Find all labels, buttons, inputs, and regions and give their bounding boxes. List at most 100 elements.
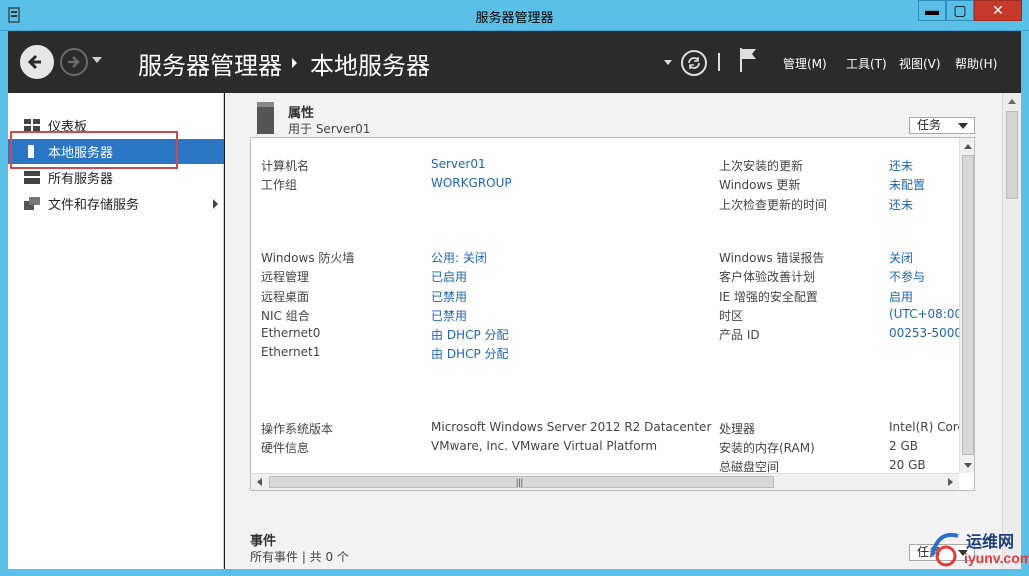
- prop-value-last-update-installed[interactable]: 还未: [889, 157, 913, 174]
- scroll-left-icon[interactable]: [251, 474, 268, 490]
- prop-label-product-id: 产品 ID: [719, 328, 760, 342]
- scroll-right-icon[interactable]: [942, 474, 959, 490]
- prop-label-os-version: 操作系统版本: [261, 422, 334, 436]
- flag-icon[interactable]: [738, 47, 758, 73]
- forward-button[interactable]: [60, 48, 88, 76]
- prop-value-error-reporting[interactable]: 关闭: [889, 249, 913, 266]
- prop-value-ie-esc[interactable]: 启用: [889, 288, 913, 305]
- scroll-grip-icon: |||: [516, 477, 524, 487]
- prop-label-remote-desktop: 远程桌面: [261, 290, 310, 304]
- prop-label-computer-name: 计算机名: [261, 159, 310, 173]
- watermark-line1: 运维网: [966, 532, 1015, 551]
- properties-vertical-scrollbar[interactable]: [959, 138, 974, 473]
- scroll-down-icon[interactable]: [960, 457, 974, 473]
- prop-label-workgroup: 工作组: [261, 178, 298, 192]
- prop-label-time-zone: 时区: [719, 309, 744, 323]
- prop-value-nic-teaming[interactable]: 已禁用: [431, 307, 467, 324]
- menu-help[interactable]: 帮助(H): [955, 55, 997, 72]
- prop-label-ie-esc: IE 增强的安全配置: [719, 290, 818, 304]
- watermark-logo-icon: [930, 533, 959, 567]
- prop-value-workgroup[interactable]: WORKGROUP: [431, 176, 512, 190]
- scroll-thumb[interactable]: [1006, 111, 1018, 199]
- sidebar-item-label: 所有服务器: [48, 172, 114, 187]
- refresh-button[interactable]: [681, 50, 707, 76]
- prop-label-windows-update: Windows 更新: [719, 178, 801, 192]
- site-watermark: 运维网 iyunv.com: [928, 524, 1029, 574]
- menu-tools[interactable]: 工具(T): [846, 55, 887, 72]
- header-divider: [718, 53, 720, 71]
- prop-label-remote-management: 远程管理: [261, 270, 310, 284]
- prop-label-last-checked-updates: 上次检查更新的时间: [719, 198, 828, 212]
- prop-label-ceip: 客户体验改善计划: [719, 270, 816, 284]
- properties-panel: 计算机名 Server01 工作组 WORKGROUP Windows 防火墙 …: [250, 137, 975, 491]
- prop-value-ethernet0[interactable]: 由 DHCP 分配: [431, 326, 509, 343]
- expand-arrow-icon[interactable]: [213, 199, 218, 209]
- prop-value-os-version: Microsoft Windows Server 2012 R2 Datacen…: [431, 420, 712, 434]
- menu-view[interactable]: 视图(V): [899, 55, 941, 72]
- prop-value-product-id[interactable]: 00253-5000: [889, 326, 959, 340]
- header-bar: 服务器管理器 本地服务器 管理(M) 工具(T) 视图(V) 帮助(H): [8, 31, 1021, 93]
- prop-value-processor: Intel(R) Core: [889, 420, 959, 434]
- properties-horizontal-scrollbar[interactable]: |||: [251, 473, 959, 490]
- forward-icon: [68, 56, 80, 68]
- scroll-up-icon[interactable]: [1003, 93, 1022, 110]
- prop-label-firewall: Windows 防火墙: [261, 251, 355, 265]
- sidebar-item-label: 文件和存储服务: [48, 198, 140, 213]
- window-frame-left: [0, 31, 8, 576]
- events-subtitle: 所有事件 | 共 0 个: [250, 550, 349, 564]
- breadcrumb-root[interactable]: 服务器管理器: [138, 46, 282, 81]
- properties-tasks-button[interactable]: 任务: [909, 117, 975, 134]
- scroll-up-icon[interactable]: [960, 138, 974, 154]
- prop-label-processor: 处理器: [719, 422, 756, 436]
- properties-title: 属性: [288, 106, 315, 121]
- prop-value-installed-memory: 2 GB: [889, 439, 918, 453]
- back-icon: [27, 54, 41, 70]
- prop-value-windows-update[interactable]: 未配置: [889, 176, 925, 193]
- prop-label-ethernet0: Ethernet0: [261, 326, 321, 340]
- prop-label-installed-memory: 安装的内存(RAM): [719, 441, 815, 455]
- prop-label-hardware: 硬件信息: [261, 441, 310, 455]
- prop-value-firewall[interactable]: 公用: 关闭: [431, 249, 487, 266]
- breadcrumb-dropdown-icon[interactable]: [664, 60, 672, 65]
- prop-label-nic-teaming: NIC 组合: [261, 309, 310, 323]
- window-title: 服务器管理器: [475, 10, 554, 25]
- all-servers-icon: [24, 171, 40, 184]
- properties-grid: 计算机名 Server01 工作组 WORKGROUP Windows 防火墙 …: [251, 138, 959, 473]
- tasks-label: 任务: [917, 118, 942, 132]
- prop-value-remote-desktop[interactable]: 已禁用: [431, 288, 467, 305]
- annotation-highlight-box: [10, 131, 178, 169]
- prop-label-ethernet1: Ethernet1: [261, 345, 321, 359]
- history-dropdown-icon[interactable]: [92, 57, 102, 63]
- events-title: 事件: [250, 534, 277, 549]
- prop-value-total-disk: 20 GB: [889, 458, 926, 472]
- prop-label-error-reporting: Windows 错误报告: [719, 251, 825, 265]
- window-frame-bottom: [0, 569, 1029, 576]
- main-vertical-scrollbar[interactable]: [1002, 93, 1021, 569]
- file-storage-icon: [24, 197, 40, 210]
- maximize-button[interactable]: ▢: [946, 0, 974, 21]
- prop-value-remote-management[interactable]: 已启用: [431, 268, 467, 285]
- prop-value-ceip[interactable]: 不参与: [889, 268, 925, 285]
- main-content: 属性 用于 Server01 任务 计算机名 Server01 工作组 WORK…: [225, 93, 1021, 569]
- prop-value-time-zone[interactable]: (UTC+08:00: [889, 307, 959, 321]
- prop-label-total-disk: 总磁盘空间: [719, 460, 780, 473]
- sidebar-item-file-storage[interactable]: 文件和存储服务: [8, 191, 224, 216]
- scroll-thumb[interactable]: [962, 155, 974, 455]
- chevron-down-icon: [958, 123, 968, 129]
- menu-manage[interactable]: 管理(M): [783, 55, 827, 72]
- breadcrumb-separator-icon: [292, 58, 297, 68]
- breadcrumb-current: 本地服务器: [310, 52, 430, 80]
- back-button[interactable]: [20, 45, 54, 79]
- prop-value-last-checked-updates[interactable]: 还未: [889, 196, 913, 213]
- refresh-icon: [688, 57, 700, 69]
- properties-server-icon: [257, 102, 274, 134]
- prop-label-last-update-installed: 上次安装的更新: [719, 159, 804, 173]
- minimize-button[interactable]: ▬: [918, 0, 946, 21]
- prop-value-hardware: VMware, Inc. VMware Virtual Platform: [431, 439, 658, 453]
- watermark-line2: iyunv.com: [964, 550, 1029, 566]
- window-frame-right: [1021, 31, 1029, 576]
- prop-value-ethernet1[interactable]: 由 DHCP 分配: [431, 345, 509, 362]
- prop-value-computer-name[interactable]: Server01: [431, 157, 486, 171]
- close-button[interactable]: ✕: [974, 0, 1022, 21]
- title-bar: 服务器管理器 ▬ ▢ ✕: [0, 0, 1029, 31]
